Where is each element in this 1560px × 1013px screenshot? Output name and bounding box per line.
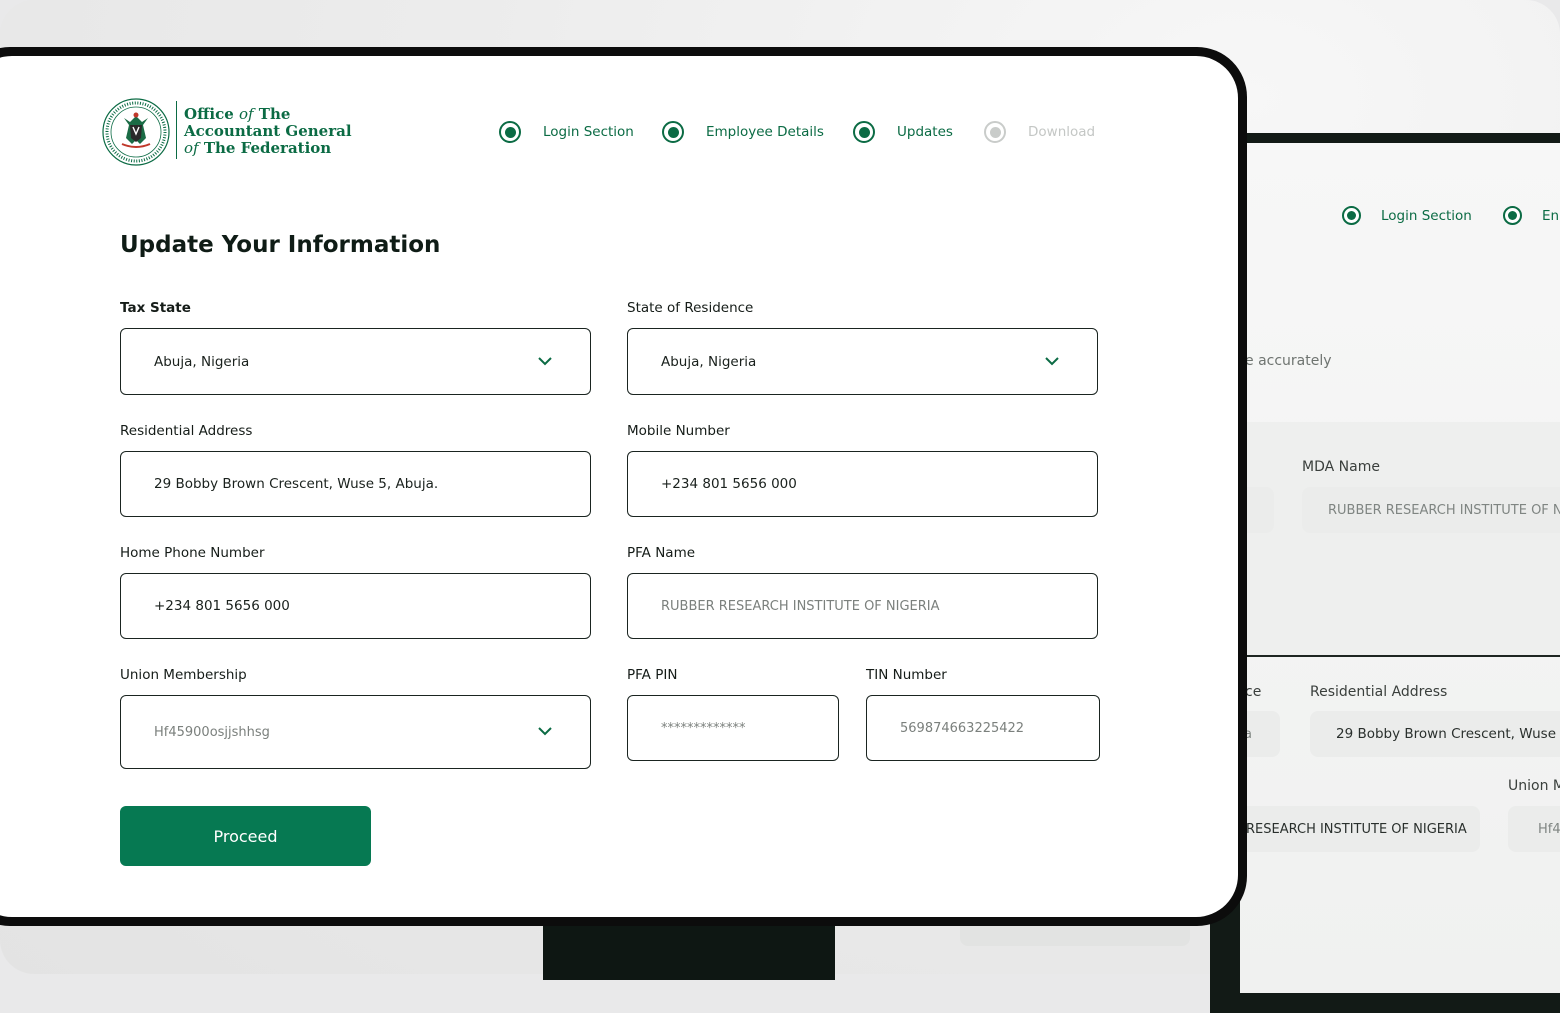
step-radio-icon bbox=[1503, 206, 1522, 225]
step-radio-icon bbox=[984, 121, 1006, 143]
step-radio-icon bbox=[662, 121, 684, 143]
pfa-name-field[interactable]: RUBBER RESEARCH INSTITUTE OF NIGERIA bbox=[627, 573, 1098, 639]
step-radio-icon bbox=[499, 121, 521, 143]
chevron-down-icon bbox=[1045, 356, 1059, 365]
pfa-pin-input[interactable]: ************* bbox=[627, 695, 839, 761]
tax-state-label: Tax State bbox=[120, 300, 191, 316]
page-title: Update Your Information bbox=[120, 232, 441, 258]
tin-number-label: TIN Number bbox=[866, 667, 947, 683]
back-step-login: Login Section bbox=[1342, 206, 1472, 225]
coat-of-arms-seal-icon bbox=[102, 98, 170, 166]
step-radio-icon bbox=[1342, 206, 1361, 225]
pfa-pin-label: PFA PIN bbox=[627, 667, 678, 683]
pfa-name-label: PFA Name bbox=[627, 545, 696, 561]
back-mda-field: RUBBER RESEARCH INSTITUTE OF NIG bbox=[1302, 487, 1560, 533]
back-panel bbox=[1240, 422, 1560, 657]
step-updates[interactable]: Updates bbox=[853, 121, 953, 143]
back-step-employee: En bbox=[1503, 206, 1559, 225]
proceed-button[interactable]: Proceed bbox=[120, 806, 371, 866]
step-download[interactable]: Download bbox=[984, 121, 1095, 143]
mobile-number-label: Mobile Number bbox=[627, 423, 730, 439]
back-residential-field: 29 Bobby Brown Crescent, Wuse 5 bbox=[1310, 711, 1560, 757]
home-phone-label: Home Phone Number bbox=[120, 545, 265, 561]
state-of-residence-label: State of Residence bbox=[627, 300, 754, 316]
tin-number-input[interactable]: 569874663225422 bbox=[866, 695, 1100, 761]
back-residential-label: Residential Address bbox=[1310, 684, 1448, 700]
step-employee-details[interactable]: Employee Details bbox=[662, 121, 824, 143]
back-union-label: Union M bbox=[1508, 778, 1560, 794]
union-membership-label: Union Membership bbox=[120, 667, 247, 683]
mobile-number-input[interactable]: +234 801 5656 000 bbox=[627, 451, 1098, 517]
step-login-section[interactable]: Login Section bbox=[499, 121, 634, 143]
union-membership-select[interactable]: Hf45900osjjshhsg bbox=[120, 695, 591, 769]
logo-wordmark: Office of The Accountant General of The … bbox=[184, 105, 352, 157]
device-stand bbox=[543, 920, 835, 980]
logo-divider bbox=[176, 101, 177, 159]
residential-address-input[interactable]: 29 Bobby Brown Crescent, Wuse 5, Abuja. bbox=[120, 451, 591, 517]
state-of-residence-select[interactable]: Abuja, Nigeria bbox=[627, 328, 1098, 395]
back-pfa-field: RESEARCH INSTITUTE OF NIGERIA bbox=[1230, 806, 1480, 852]
chevron-down-icon bbox=[538, 727, 552, 736]
step-radio-icon bbox=[853, 121, 875, 143]
back-mda-label: MDA Name bbox=[1302, 459, 1380, 475]
tax-state-select[interactable]: Abuja, Nigeria bbox=[120, 328, 591, 395]
back-hint-text: e accurately bbox=[1245, 353, 1332, 369]
residential-address-label: Residential Address bbox=[120, 423, 253, 439]
home-phone-input[interactable]: +234 801 5656 000 bbox=[120, 573, 591, 639]
back-union-field: Hf4 bbox=[1508, 806, 1560, 852]
back-label-fragment: ce bbox=[1245, 684, 1262, 700]
chevron-down-icon bbox=[538, 356, 552, 365]
